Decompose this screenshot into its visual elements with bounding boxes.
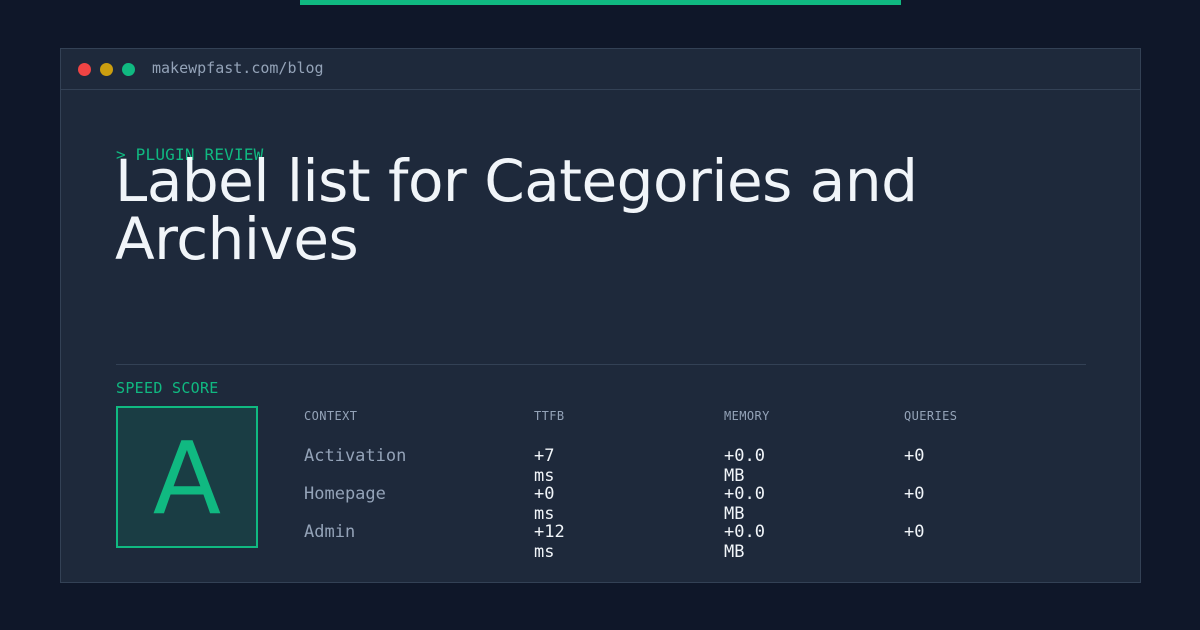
grade-letter: A <box>152 420 222 537</box>
section-divider <box>116 364 1086 365</box>
column-header-memory: MEMORY <box>724 409 770 423</box>
page-title: Label list for Categories and Archives <box>115 147 918 273</box>
address-url[interactable]: makewpfast.com/blog <box>152 58 324 78</box>
row-homepage-queries: +0 <box>904 484 925 504</box>
minimize-dot-icon[interactable] <box>100 63 113 76</box>
top-accent-bar <box>300 0 901 5</box>
row-admin-ttfb: +12 ms <box>534 522 565 562</box>
close-dot-icon[interactable] <box>78 63 91 76</box>
grade-badge: A <box>116 406 258 548</box>
row-activation-memory: +0.0 MB <box>724 446 765 486</box>
window-titlebar: makewpfast.com/blog <box>61 49 1140 90</box>
row-activation-queries: +0 <box>904 446 925 466</box>
column-header-context: CONTEXT <box>304 409 358 423</box>
row-activation-context: Activation <box>304 446 407 466</box>
column-header-ttfb: TTFB <box>534 409 565 423</box>
speed-score-label: SPEED SCORE <box>116 379 219 397</box>
row-admin-queries: +0 <box>904 522 925 542</box>
maximize-dot-icon[interactable] <box>122 63 135 76</box>
row-admin-memory: +0.0 MB <box>724 522 765 562</box>
row-homepage-ttfb: +0 ms <box>534 484 555 524</box>
browser-window: makewpfast.com/blog > PLUGIN REVIEW Labe… <box>60 48 1141 583</box>
row-admin-context: Admin <box>304 522 356 542</box>
column-header-queries: QUERIES <box>904 409 958 423</box>
row-homepage-memory: +0.0 MB <box>724 484 765 524</box>
row-homepage-context: Homepage <box>304 484 386 504</box>
row-activation-ttfb: +7 ms <box>534 446 555 486</box>
